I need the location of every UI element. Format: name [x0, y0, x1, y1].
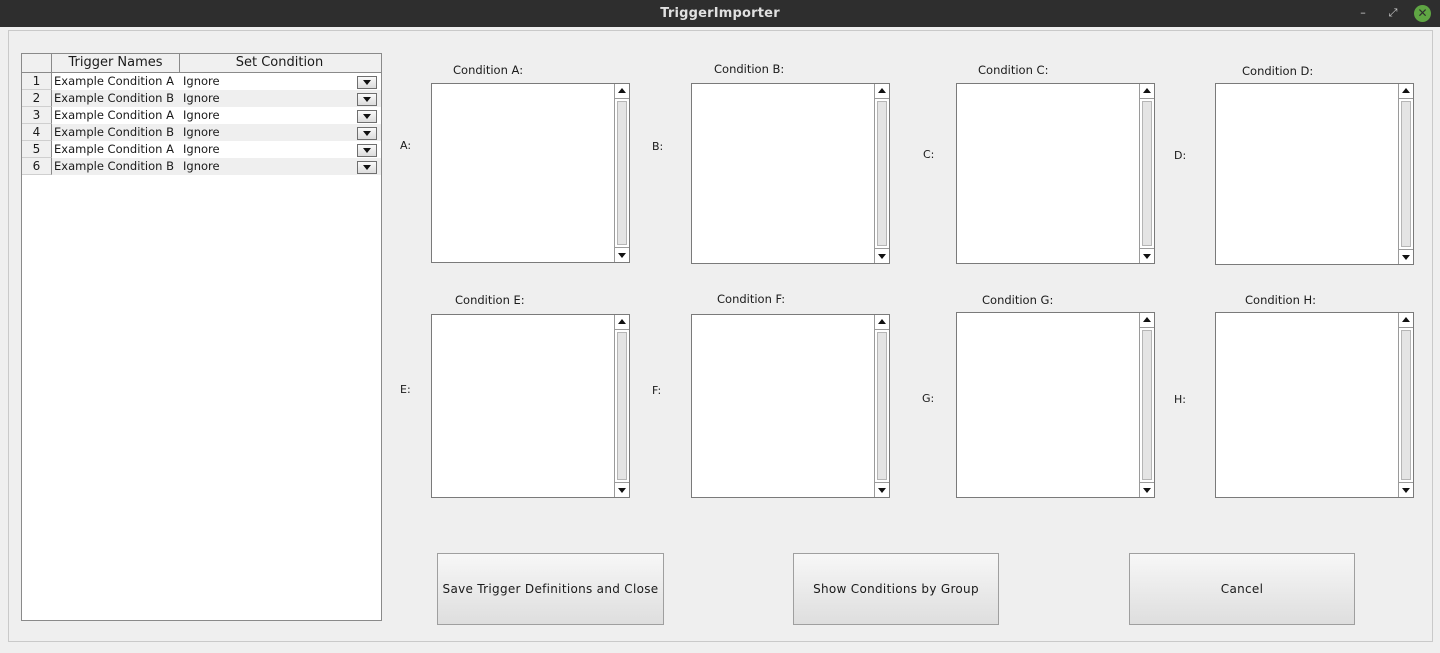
trigger-name-cell[interactable]: Example Condition A: [54, 107, 174, 124]
row-number: 5: [22, 141, 52, 158]
row-number: 6: [22, 158, 52, 175]
scroll-up-icon[interactable]: [615, 315, 629, 330]
scroll-track[interactable]: [1142, 330, 1152, 480]
condition-dropdown-icon[interactable]: [357, 127, 377, 140]
scroll-track[interactable]: [1142, 101, 1152, 246]
table-row[interactable]: 5 Example Condition A Ignore: [22, 141, 381, 158]
condition-cell[interactable]: Ignore: [183, 158, 220, 175]
row-number: 1: [22, 73, 52, 90]
group-label-f: F:: [652, 384, 662, 397]
condition-e-list[interactable]: [431, 314, 630, 498]
condition-c-list[interactable]: [956, 83, 1155, 264]
window-title: TriggerImporter: [660, 6, 780, 21]
condition-d-title: Condition D:: [1242, 64, 1314, 78]
cancel-button[interactable]: Cancel: [1129, 553, 1355, 625]
trigger-table[interactable]: Trigger Names Set Condition 1 Example Co…: [21, 53, 382, 621]
condition-cell[interactable]: Ignore: [183, 141, 220, 158]
table-row[interactable]: 3 Example Condition A Ignore: [22, 107, 381, 124]
scroll-up-icon[interactable]: [1399, 313, 1413, 328]
condition-e-scrollbar[interactable]: [614, 315, 629, 497]
scroll-track[interactable]: [1401, 101, 1411, 247]
scroll-down-icon[interactable]: [1140, 482, 1154, 497]
scroll-up-icon[interactable]: [875, 84, 889, 99]
scroll-track[interactable]: [877, 332, 887, 480]
condition-c-scrollbar[interactable]: [1139, 84, 1154, 263]
table-row[interactable]: 6 Example Condition B Ignore: [22, 158, 381, 175]
maximize-icon[interactable]: ⤢: [1385, 5, 1401, 21]
group-label-h: H:: [1174, 393, 1186, 406]
group-label-g: G:: [922, 392, 935, 405]
condition-f-scrollbar[interactable]: [874, 315, 889, 497]
group-label-d: D:: [1174, 149, 1187, 162]
condition-cell[interactable]: Ignore: [183, 90, 220, 107]
minimize-icon[interactable]: –: [1355, 5, 1371, 21]
group-label-b: B:: [652, 140, 664, 153]
condition-b-title: Condition B:: [714, 62, 785, 76]
condition-h-list[interactable]: [1215, 312, 1414, 498]
table-row[interactable]: 1 Example Condition A Ignore: [22, 73, 381, 90]
scroll-track[interactable]: [617, 332, 627, 480]
header-trigger-names: Trigger Names: [52, 54, 180, 72]
table-row[interactable]: 2 Example Condition B Ignore: [22, 90, 381, 107]
condition-g-scrollbar[interactable]: [1139, 313, 1154, 497]
trigger-name-cell[interactable]: Example Condition A: [54, 141, 174, 158]
scroll-down-icon[interactable]: [1399, 249, 1413, 264]
condition-a-scrollbar[interactable]: [614, 84, 629, 262]
title-bar: TriggerImporter – ⤢ ✕: [0, 0, 1440, 27]
condition-dropdown-icon[interactable]: [357, 93, 377, 106]
scroll-up-icon[interactable]: [1140, 84, 1154, 99]
condition-h-title: Condition H:: [1245, 293, 1317, 307]
table-header: Trigger Names Set Condition: [22, 54, 381, 73]
condition-cell[interactable]: Ignore: [183, 73, 220, 90]
condition-e-title: Condition E:: [455, 293, 525, 307]
group-label-c: C:: [923, 148, 935, 161]
condition-b-list[interactable]: [691, 83, 890, 264]
condition-h-scrollbar[interactable]: [1398, 313, 1413, 497]
row-number: 4: [22, 124, 52, 141]
save-close-button[interactable]: Save Trigger Definitions and Close: [437, 553, 664, 625]
condition-d-scrollbar[interactable]: [1398, 84, 1413, 264]
condition-d-list[interactable]: [1215, 83, 1414, 265]
trigger-name-cell[interactable]: Example Condition A: [54, 73, 174, 90]
show-conditions-by-group-button[interactable]: Show Conditions by Group: [793, 553, 999, 625]
scroll-track[interactable]: [877, 101, 887, 246]
condition-dropdown-icon[interactable]: [357, 110, 377, 123]
scroll-track[interactable]: [1401, 330, 1411, 480]
condition-g-list[interactable]: [956, 312, 1155, 498]
trigger-name-cell[interactable]: Example Condition B: [54, 90, 174, 107]
group-label-a: A:: [400, 139, 412, 152]
condition-a-title: Condition A:: [453, 63, 524, 77]
condition-f-list[interactable]: [691, 314, 890, 498]
condition-a-list[interactable]: [431, 83, 630, 263]
trigger-name-cell[interactable]: Example Condition B: [54, 124, 174, 141]
condition-cell[interactable]: Ignore: [183, 107, 220, 124]
trigger-name-cell[interactable]: Example Condition B: [54, 158, 174, 175]
header-row-number: [22, 54, 52, 72]
row-number: 2: [22, 90, 52, 107]
scroll-up-icon[interactable]: [615, 84, 629, 99]
scroll-track[interactable]: [617, 101, 627, 245]
scroll-down-icon[interactable]: [1399, 482, 1413, 497]
scroll-down-icon[interactable]: [875, 248, 889, 263]
condition-c-title: Condition C:: [978, 63, 1049, 77]
condition-f-title: Condition F:: [717, 292, 786, 306]
close-icon[interactable]: ✕: [1414, 5, 1431, 22]
group-label-e: E:: [400, 383, 411, 396]
condition-cell[interactable]: Ignore: [183, 124, 220, 141]
scroll-up-icon[interactable]: [875, 315, 889, 330]
condition-dropdown-icon[interactable]: [357, 76, 377, 89]
condition-g-title: Condition G:: [982, 293, 1054, 307]
condition-dropdown-icon[interactable]: [357, 144, 377, 157]
scroll-up-icon[interactable]: [1399, 84, 1413, 99]
header-set-condition: Set Condition: [235, 55, 324, 70]
scroll-down-icon[interactable]: [875, 482, 889, 497]
scroll-down-icon[interactable]: [1140, 248, 1154, 263]
condition-b-scrollbar[interactable]: [874, 84, 889, 263]
table-row[interactable]: 4 Example Condition B Ignore: [22, 124, 381, 141]
condition-dropdown-icon[interactable]: [357, 161, 377, 174]
row-number: 3: [22, 107, 52, 124]
scroll-down-icon[interactable]: [615, 482, 629, 497]
scroll-down-icon[interactable]: [615, 247, 629, 262]
scroll-up-icon[interactable]: [1140, 313, 1154, 328]
